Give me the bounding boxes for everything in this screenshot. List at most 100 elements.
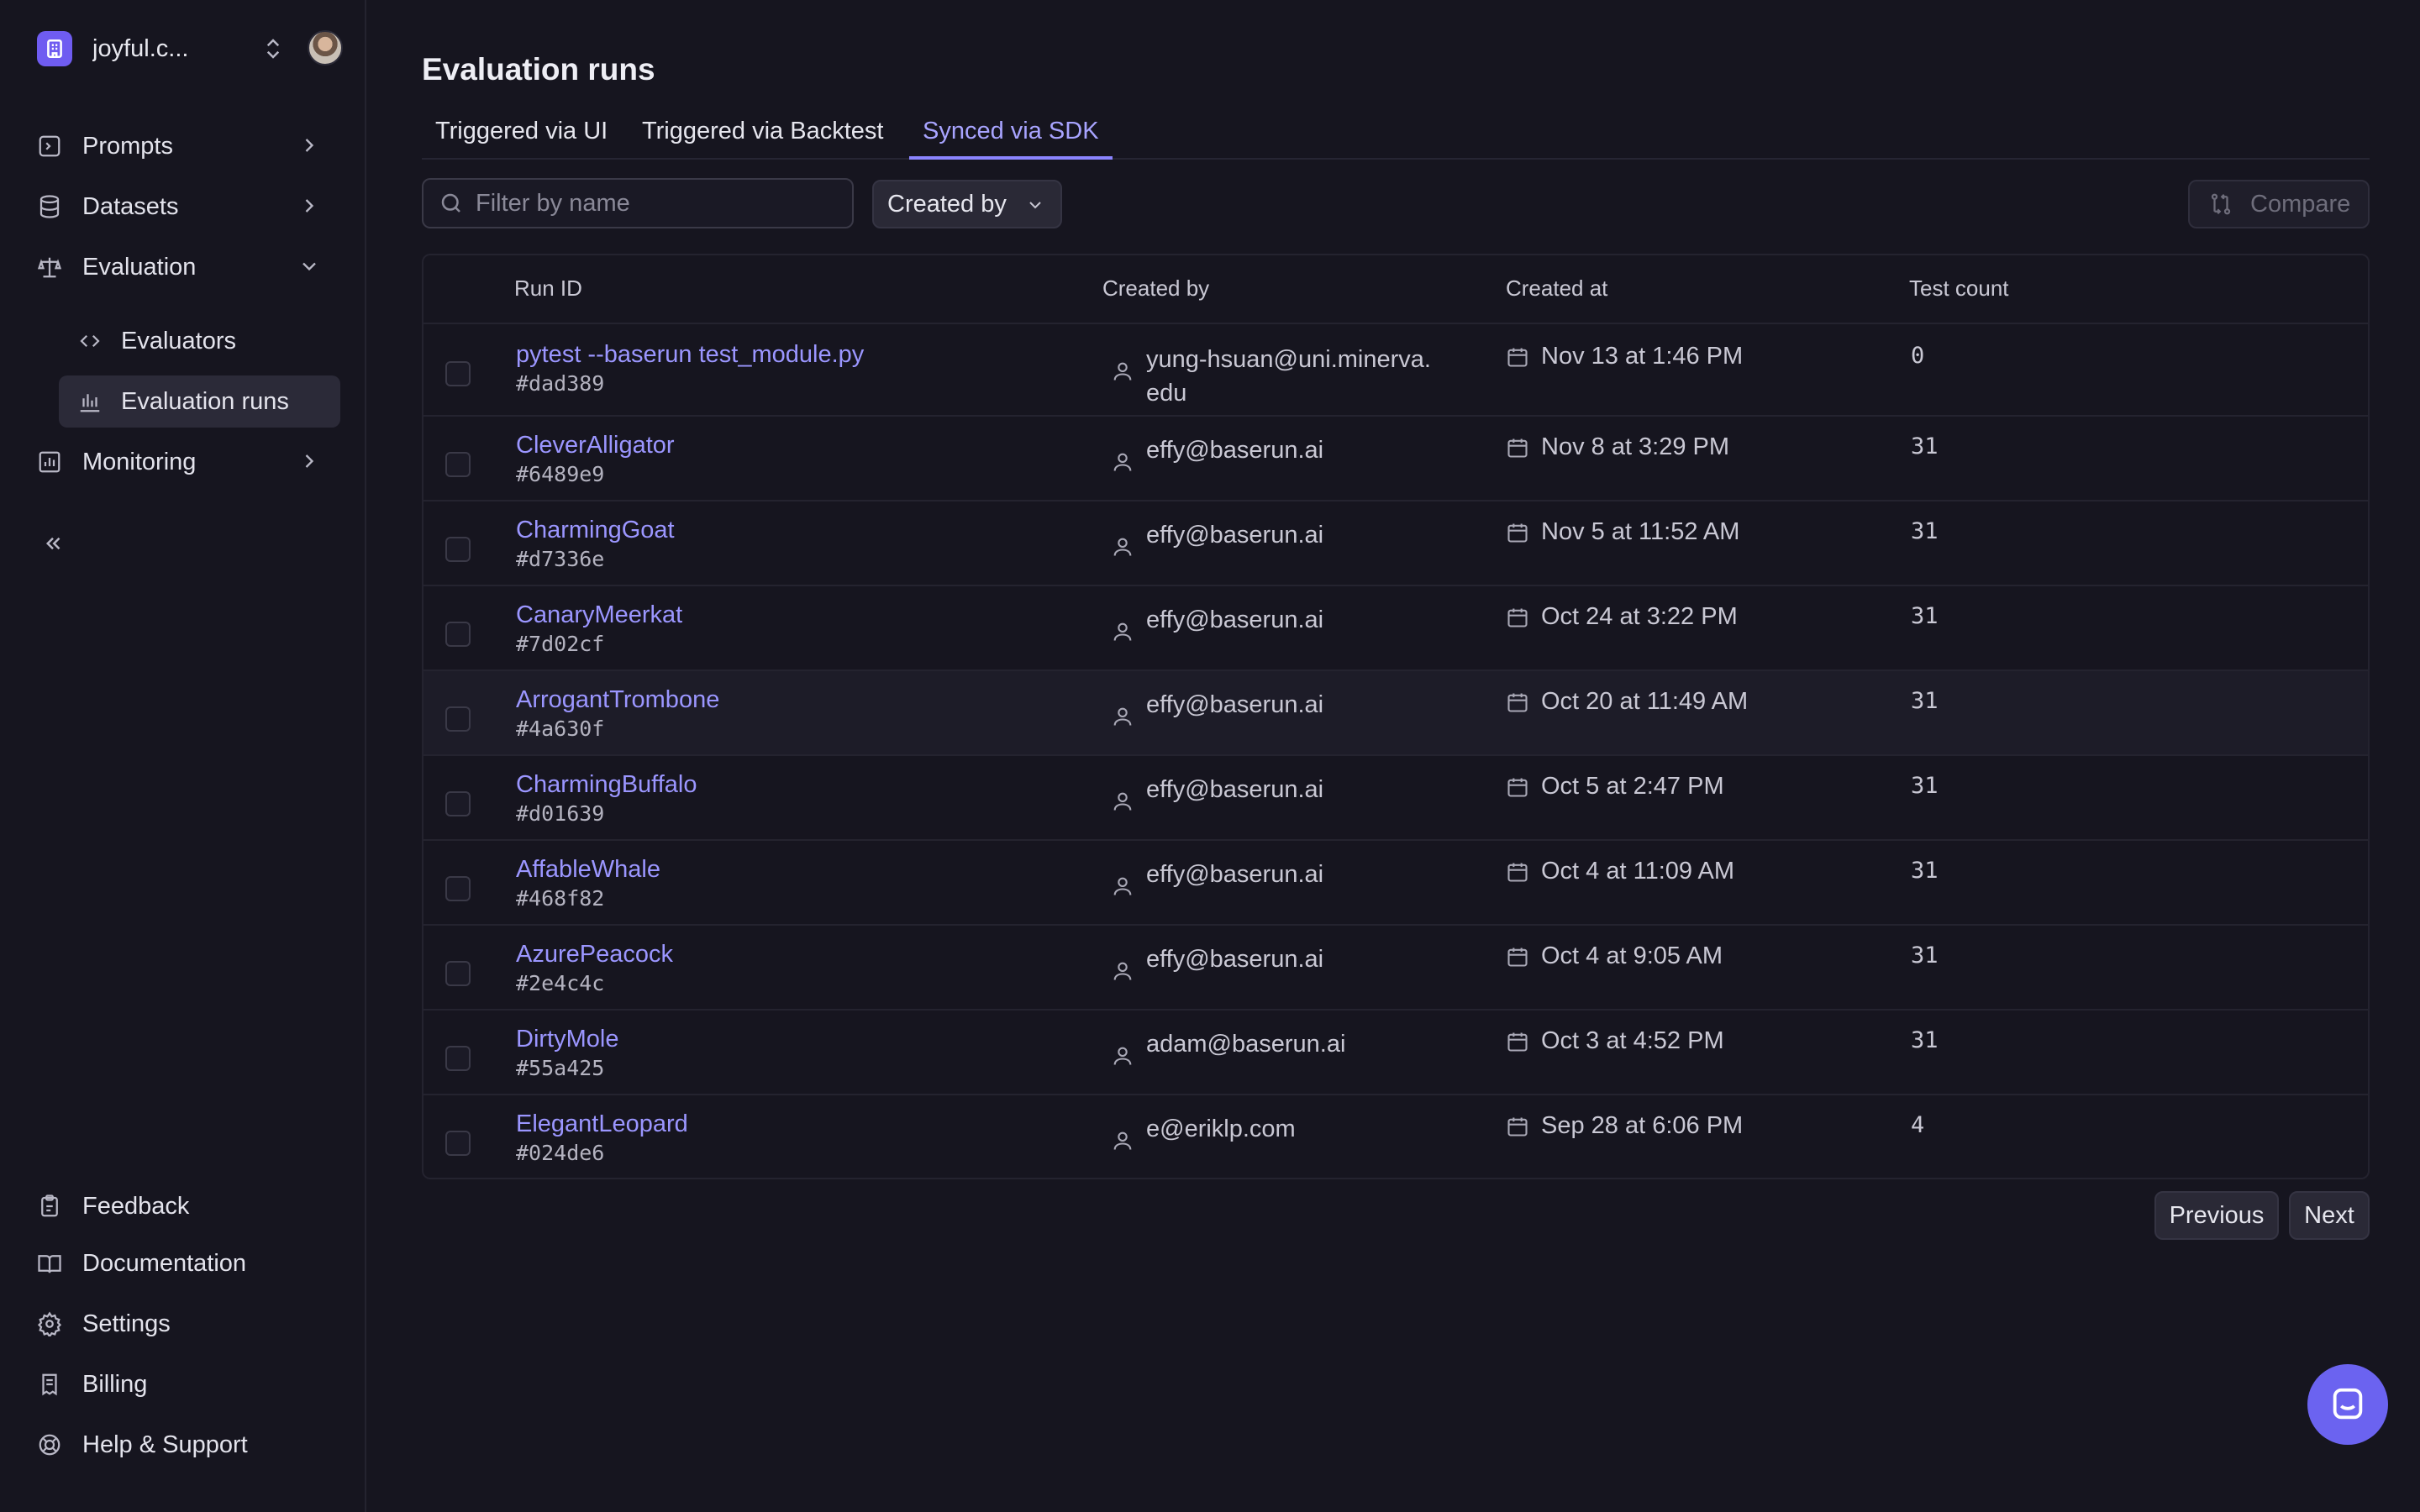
row-checkbox[interactable] xyxy=(445,622,471,647)
row-checkbox[interactable] xyxy=(445,1131,471,1156)
sidebar-item-label: Evaluators xyxy=(121,327,237,354)
calendar-icon xyxy=(1507,523,1528,543)
row-checkbox[interactable] xyxy=(445,706,471,732)
sidebar-item-feedback[interactable]: Feedback xyxy=(37,1185,339,1227)
created-by-dropdown[interactable]: Created by xyxy=(872,180,1062,228)
compare-button[interactable]: Compare xyxy=(2188,180,2370,228)
compare-icon xyxy=(2211,193,2231,215)
run-name-link[interactable]: ElegantLeopard xyxy=(516,1110,688,1138)
run-name-link[interactable]: AffableWhale xyxy=(516,856,660,884)
tab-triggered-via-backtest[interactable]: Triggered via Backtest xyxy=(629,118,897,160)
building-icon xyxy=(37,31,72,66)
calendar-icon xyxy=(1507,778,1528,797)
creator-cell: effy@baserun.ai xyxy=(1111,773,1464,813)
created-at-cell: Oct 5 at 2:47 PM xyxy=(1506,773,1724,801)
tab-synced-via-sdk[interactable]: Synced via SDK xyxy=(909,118,1113,160)
table-row[interactable]: CharmingGoat #d7336e effy@baserun.ai Nov 5 … xyxy=(424,501,2368,586)
chevron-up-down-icon[interactable] xyxy=(260,34,286,64)
creator-cell: e@eriklp.com xyxy=(1111,1112,1464,1152)
run-name-link[interactable]: CleverAlligator xyxy=(516,432,675,459)
creator-email: effy@baserun.ai xyxy=(1146,522,1324,549)
table-row[interactable]: DirtyMole #55a425 adam@baserun.ai Oct 3 at … xyxy=(424,1011,2368,1095)
test-count: 31 xyxy=(1911,603,1939,629)
run-name-link[interactable]: CanaryMeerkat xyxy=(516,601,682,629)
run-name-link[interactable]: CharmingGoat xyxy=(516,517,675,544)
sidebar-item-evaluators[interactable]: Evaluators xyxy=(59,315,340,367)
sidebar-item-label: Prompts xyxy=(82,132,173,160)
next-button[interactable]: Next xyxy=(2289,1191,2370,1240)
created-at-value: Nov 5 at 11:52 AM xyxy=(1541,518,1740,545)
created-at-value: Oct 20 at 11:49 AM xyxy=(1541,688,1749,715)
row-checkbox[interactable] xyxy=(445,791,471,816)
sidebar-item-evaluation[interactable]: Evaluation xyxy=(37,243,339,291)
table-row[interactable]: ElegantLeopard #024de6 e@eriklp.com Sep 28 … xyxy=(424,1095,2368,1178)
column-header-test-count[interactable]: Test count xyxy=(1909,276,2009,302)
prompt-icon xyxy=(39,135,60,157)
sidebar-item-monitoring[interactable]: Monitoring xyxy=(37,438,339,486)
search-input[interactable] xyxy=(476,189,845,218)
org-name: joyful.c... xyxy=(92,34,189,62)
test-count: 31 xyxy=(1911,518,1939,544)
calendar-icon xyxy=(1507,1032,1528,1052)
gear-icon xyxy=(37,1311,62,1336)
avatar[interactable] xyxy=(308,30,343,66)
chevron-right-icon xyxy=(305,199,314,213)
run-name-link[interactable]: ArrogantTrombone xyxy=(516,686,719,714)
run-name-link[interactable]: pytest --baserun test_module.py xyxy=(516,341,864,369)
search-field[interactable] xyxy=(422,178,854,228)
sidebar-item-documentation[interactable]: Documentation xyxy=(37,1242,339,1284)
sidebar-item-help-support[interactable]: Help & Support xyxy=(37,1424,339,1466)
creator-email: effy@baserun.ai xyxy=(1146,437,1324,464)
sidebar-item-datasets[interactable]: Datasets xyxy=(37,182,339,231)
tab-bar: Triggered via UI Triggered via Backtest … xyxy=(422,118,2370,160)
creator-email: effy@baserun.ai xyxy=(1146,691,1324,718)
run-name-link[interactable]: CharmingBuffalo xyxy=(516,771,697,799)
tab-triggered-via-ui[interactable]: Triggered via UI xyxy=(422,118,621,160)
row-checkbox[interactable] xyxy=(445,1046,471,1071)
table-row[interactable]: CharmingBuffalo #d01639 effy@baserun.ai Oct… xyxy=(424,756,2368,841)
collapse-sidebar-icon[interactable] xyxy=(40,531,66,556)
column-header-created-at[interactable]: Created at xyxy=(1506,276,1607,302)
table-row[interactable]: CleverAlligator #6489e9 effy@baserun.ai Nov… xyxy=(424,417,2368,501)
org-switcher[interactable]: joyful.c... xyxy=(37,30,343,67)
created-at-value: Oct 4 at 9:05 AM xyxy=(1541,942,1723,969)
row-checkbox[interactable] xyxy=(445,876,471,901)
previous-button[interactable]: Previous xyxy=(2154,1191,2279,1240)
table-header: Run ID Created by Created at Test count xyxy=(424,255,2368,324)
run-name-link[interactable]: DirtyMole xyxy=(516,1026,618,1053)
table-row[interactable]: AzurePeacock #2e4c4c effy@baserun.ai Oct 4 … xyxy=(424,926,2368,1011)
run-name-link[interactable]: AzurePeacock xyxy=(516,941,673,969)
calendar-icon xyxy=(1507,608,1528,627)
sidebar-item-settings[interactable]: Settings xyxy=(37,1303,339,1345)
table-row[interactable]: CanaryMeerkat #7d02cf effy@baserun.ai Oct 2… xyxy=(424,586,2368,671)
calendar-icon xyxy=(1507,438,1528,458)
row-checkbox[interactable] xyxy=(445,452,471,477)
chat-support-button[interactable] xyxy=(2307,1364,2388,1445)
table-row[interactable]: ArrogantTrombone #4a630f effy@baserun.ai Oc… xyxy=(424,671,2368,756)
created-at-value: Nov 13 at 1:46 PM xyxy=(1541,343,1744,370)
created-at-cell: Oct 3 at 4:52 PM xyxy=(1506,1027,1724,1055)
created-at-cell: Nov 5 at 11:52 AM xyxy=(1506,518,1739,546)
table-row[interactable]: AffableWhale #468f82 effy@baserun.ai Oct 4 … xyxy=(424,841,2368,926)
creator-cell: adam@baserun.ai xyxy=(1111,1027,1464,1068)
created-at-value: Oct 5 at 2:47 PM xyxy=(1541,773,1724,800)
user-icon xyxy=(1113,707,1132,726)
sidebar-item-evaluation-runs[interactable]: Evaluation runs xyxy=(59,375,340,428)
created-at-cell: Oct 4 at 11:09 AM xyxy=(1506,858,1734,885)
search-icon xyxy=(441,193,460,213)
column-header-run-id[interactable]: Run ID xyxy=(514,276,582,302)
creator-email: effy@baserun.ai xyxy=(1146,861,1324,888)
row-checkbox[interactable] xyxy=(445,961,471,986)
row-checkbox[interactable] xyxy=(445,361,471,386)
run-hash: #d01639 xyxy=(516,801,605,826)
created-at-cell: Oct 20 at 11:49 AM xyxy=(1506,688,1748,716)
user-icon xyxy=(1113,1047,1132,1065)
table-row[interactable]: pytest --baserun test_module.py #dad389 yu… xyxy=(424,326,2368,417)
sidebar-item-prompts[interactable]: Prompts xyxy=(37,122,339,171)
sidebar-item-billing[interactable]: Billing xyxy=(37,1363,339,1405)
user-icon xyxy=(1113,453,1132,471)
test-count: 31 xyxy=(1911,1027,1939,1053)
column-header-created-by[interactable]: Created by xyxy=(1102,276,1209,302)
row-checkbox[interactable] xyxy=(445,537,471,562)
sidebar-item-label: Feedback xyxy=(82,1192,190,1220)
